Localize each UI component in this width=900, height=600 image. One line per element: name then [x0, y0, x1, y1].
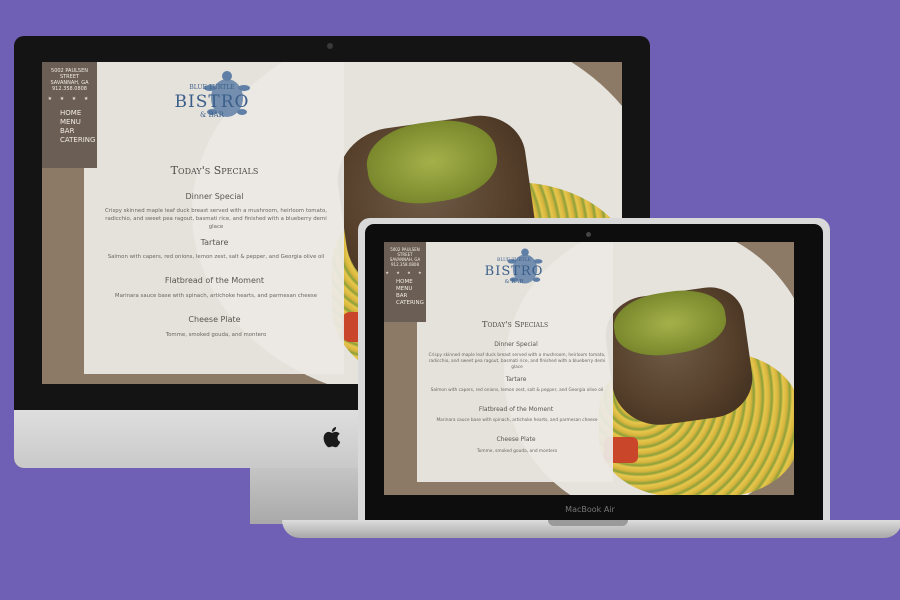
item-description: Marinara sauce base with spinach, artich…: [114, 293, 318, 299]
specials-title: Today's Specials: [481, 320, 549, 330]
logo-line-1: BLUE TURTLE: [189, 84, 235, 91]
logo-line-3: & BAR: [200, 111, 224, 119]
item-name: Dinner Special: [494, 341, 538, 348]
item-description: Crispy skinned maple leaf duck breast se…: [428, 353, 606, 370]
apple-logo-icon: [323, 427, 341, 448]
phone-number: 912.358.0808: [52, 86, 87, 92]
item-description: Tomme, smoked gouda, and montero: [476, 449, 558, 454]
macbook-notch: [548, 520, 628, 526]
sidebar: 5002 PAULSEN STREET SAVANNAH, GA 912.358…: [42, 62, 97, 168]
nav-home[interactable]: HOME: [60, 109, 97, 118]
logo-line-1: BLUE TURTLE: [497, 258, 531, 263]
item-name: Flatbread of the Moment: [478, 406, 554, 413]
item-name: Tartare: [200, 238, 229, 247]
nav-menu[interactable]: MENU: [60, 118, 97, 127]
nav-menu[interactable]: MENU: [396, 286, 426, 293]
macbook-screen: 5002 PAULSEN STREET SAVANNAH, GA 912.358…: [384, 242, 794, 495]
logo-line-2: BISTRO: [174, 92, 250, 112]
logo-line-2: BISTRO: [484, 264, 544, 279]
item-name: Flatbread of the Moment: [164, 276, 265, 285]
logo-line-3: & BAR: [504, 279, 524, 285]
rating-stars: ★ ★ ★ ★: [385, 270, 425, 275]
nav-home[interactable]: HOME: [396, 279, 426, 286]
nav-catering[interactable]: CATERING: [60, 136, 97, 145]
item-description: Salmon with capers, red onions, lemon ze…: [107, 254, 325, 260]
item-name: Cheese Plate: [496, 436, 536, 443]
macbook-camera: [586, 232, 591, 237]
item-name: Tartare: [505, 376, 527, 383]
item-description: Marinara sauce base with spinach, artich…: [436, 418, 598, 423]
phone-number: 912.358.0808: [391, 262, 419, 267]
specials-title: Today's Specials: [170, 164, 259, 177]
item-name: Cheese Plate: [188, 315, 241, 324]
nav-bar[interactable]: BAR: [60, 127, 97, 136]
imac-camera: [327, 43, 333, 49]
sidebar: 5002 PAULSEN STREET SAVANNAH, GA 912.358…: [384, 242, 426, 322]
item-description: Salmon with capers, red onions, lemon ze…: [430, 388, 604, 393]
item-name: Dinner Special: [185, 192, 244, 201]
item-description: Tomme, smoked gouda, and montero: [165, 332, 267, 338]
nav-catering[interactable]: CATERING: [396, 300, 426, 307]
rating-stars: ★ ★ ★ ★: [47, 96, 92, 102]
macbook-label: MacBook Air: [565, 505, 615, 514]
item-description: Crispy skinned maple leaf duck breast se…: [105, 208, 327, 230]
nav-bar[interactable]: BAR: [396, 293, 426, 300]
